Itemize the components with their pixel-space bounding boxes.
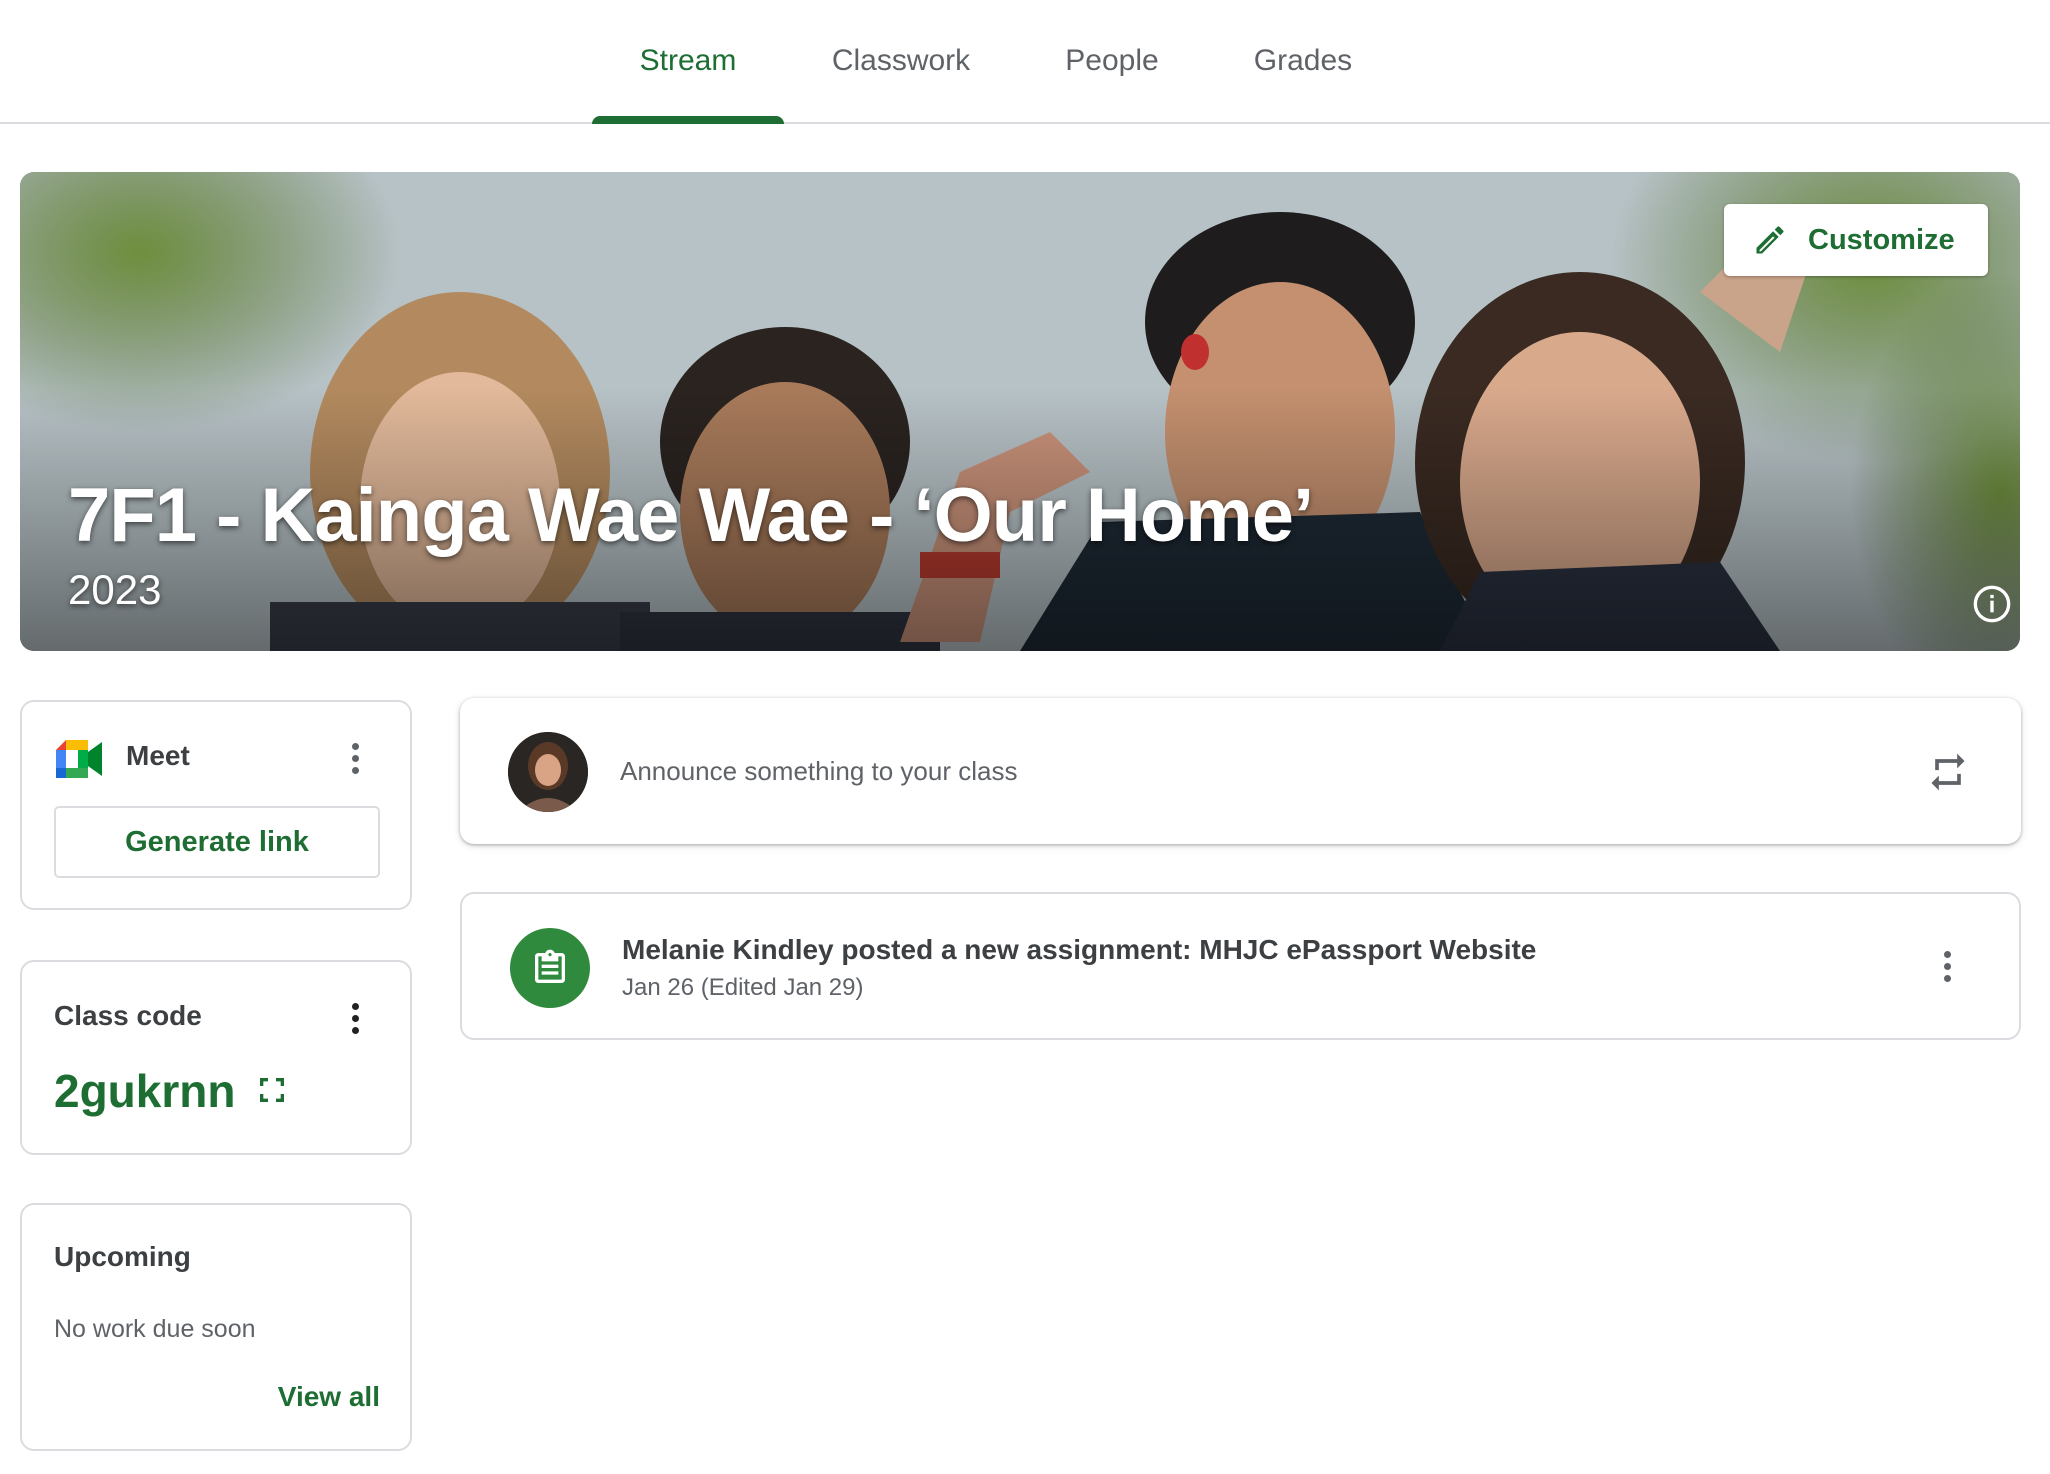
announce-box[interactable]: Announce something to your class [460,698,2021,844]
upcoming-empty-text: No work due soon [54,1315,256,1343]
customize-button[interactable]: Customize [1724,204,1988,276]
upcoming-card: Upcoming No work due soon View all [20,1203,412,1451]
meet-label: Meet [126,740,190,771]
repost-icon[interactable] [1926,750,1970,794]
info-icon[interactable] [1972,584,2012,624]
view-all-link[interactable]: View all [278,1381,380,1413]
tab-classwork-label: Classwork [831,44,971,77]
customize-label: Customize [1808,223,1955,256]
class-code-card: Class code 2gukrnn [20,960,412,1155]
class-code-more-icon[interactable] [340,998,370,1038]
stream-post[interactable]: Melanie Kindley posted a new assignment:… [460,892,2021,1040]
meet-card: Meet Generate link [20,700,412,910]
class-banner: 7F1 - Kainga Wae Wae - ‘Our Home’ 2023 C… [20,172,2020,651]
post-date: Jan 26 (Edited Jan 29) [622,974,864,1001]
post-title[interactable]: Melanie Kindley posted a new assignment:… [622,934,1536,966]
pencil-icon [1756,226,1784,254]
tab-people-label: People [1065,44,1159,77]
tab-stream[interactable]: Stream [592,0,784,124]
tab-grades[interactable]: Grades [1228,0,1378,122]
meet-logo-icon [56,740,102,778]
post-more-icon[interactable] [1932,946,1962,986]
class-code-value: 2gukrnn [54,1065,236,1117]
banner-shade [20,172,2020,651]
active-tab-indicator [592,116,784,124]
top-tab-bar: Stream Classwork People Grades [0,0,2050,124]
class-title[interactable]: 7F1 - Kainga Wae Wae - ‘Our Home’ [68,472,1314,559]
announce-placeholder: Announce something to your class [620,756,1018,786]
fullscreen-icon[interactable] [256,1074,288,1106]
class-code-label: Class code [54,1000,202,1031]
avatar [508,732,588,812]
tab-grades-label: Grades [1253,44,1353,77]
meet-more-icon[interactable] [340,738,370,778]
class-section: 2023 [68,566,162,613]
tab-people[interactable]: People [1040,0,1184,122]
assignment-icon [510,928,590,1008]
generate-link-button[interactable]: Generate link [54,806,380,878]
tab-classwork[interactable]: Classwork [808,0,994,122]
upcoming-label: Upcoming [54,1241,191,1272]
tab-stream-label: Stream [639,44,737,77]
